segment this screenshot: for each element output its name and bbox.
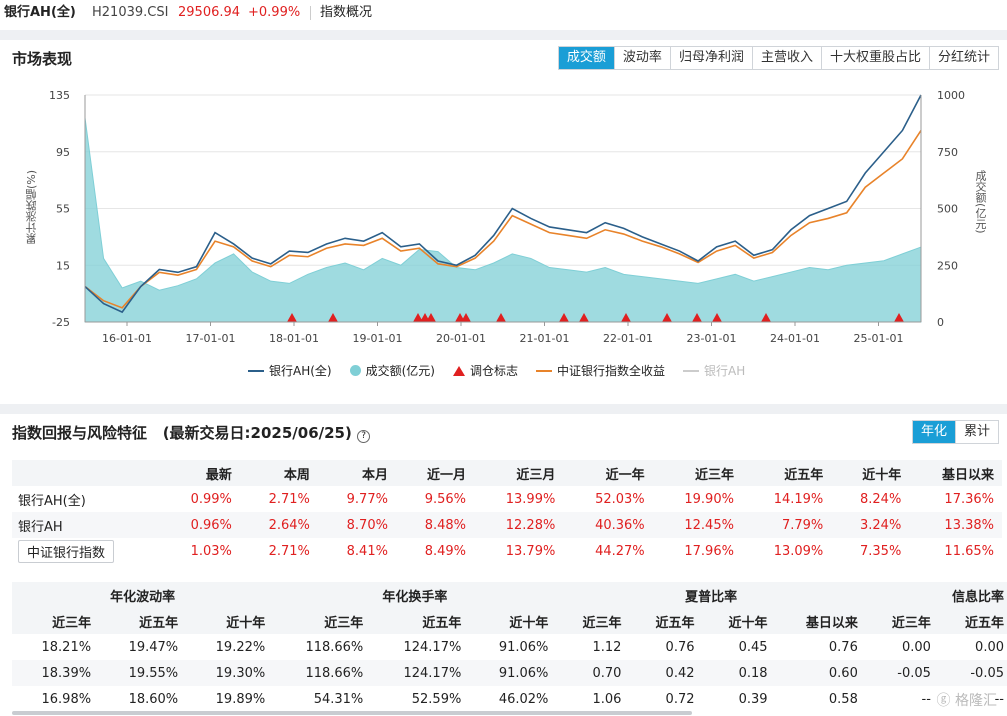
tab-volatility[interactable]: 波动率 xyxy=(613,47,670,69)
x-tick-label: 20-01-01 xyxy=(436,332,486,345)
legend-item-ah[interactable]: 银行AH xyxy=(683,362,745,379)
x-tick-label: 16-01-01 xyxy=(102,332,152,345)
left-axis-label: 累计涨跌幅(%) xyxy=(25,170,38,245)
x-tick-label: 23-01-01 xyxy=(687,332,737,345)
x-tick-label: 18-01-01 xyxy=(269,332,319,345)
horizontal-scrollbar[interactable] xyxy=(12,711,692,715)
turnover-area xyxy=(84,117,922,323)
mode-tabs: 年化 累计 xyxy=(911,420,999,444)
tab-net-profit[interactable]: 归母净利润 xyxy=(669,47,752,69)
right-tick-label: 500 xyxy=(937,203,958,216)
benchmark-index-button[interactable]: 中证银行指数 xyxy=(18,539,115,563)
right-axis-label: 成交额(亿元) xyxy=(974,170,987,234)
band xyxy=(0,30,1007,40)
table-row: 16.98% 18.60% 19.89% 54.31% 52.59% 46.02% 1.0… xyxy=(41,691,1005,707)
market-tabs: 成交额 波动率 归母净利润 主营收入 十大权重股占比 分红统计 xyxy=(557,46,999,70)
tab-cumulative[interactable]: 累计 xyxy=(954,421,998,443)
risk-subheader-row: 近三年 近五年 近十年 近三年 近五年 近十年 近三年 近五年 近十年 基日以来 近三年 近五年 xyxy=(12,608,1007,634)
returns-header-row: 最新 本周 本月 近一月 近三月 近一年 近三年 近五年 近十年 基日以来 xyxy=(12,460,1002,486)
index-price: 29506.94 xyxy=(178,5,241,20)
legend-item-rebalance[interactable]: 调仓标志 xyxy=(452,362,518,379)
tab-revenue[interactable]: 主营收入 xyxy=(751,47,821,69)
x-tick-label: 17-01-01 xyxy=(186,332,236,345)
index-name: 银行AH(全) xyxy=(4,5,76,20)
legend-item-turnover[interactable]: 成交额(亿元) xyxy=(349,362,435,379)
returns-title: 指数回报与风险特征 (最新交易日:2025/06/25) ? xyxy=(12,422,371,443)
market-title: 市场表现 xyxy=(12,50,73,68)
table-row: 18.21% 19.47% 19.22% 118.66% 124.17% 91.06% 1… xyxy=(41,639,1005,655)
table-row: 中证银行指数 1.03% 2.71% 8.41% 8.49% 13.79% 44.27%… xyxy=(12,538,1002,564)
index-code: H21039.CSI xyxy=(92,5,169,20)
tab-top10-weight[interactable]: 十大权重股占比 xyxy=(820,47,929,69)
risk-table: 年化波动率 年化换手率 夏普比率 信息比率 近三年 近五年 近十年 近三年 近五年 近十… xyxy=(12,582,1007,712)
left-tick-label: 15 xyxy=(56,259,70,272)
right-tick-label: 750 xyxy=(937,146,958,159)
table-row: 18.39% 19.55% 19.30% 118.66% 124.17% 91.06% 0… xyxy=(12,660,1007,686)
x-tick-label: 21-01-01 xyxy=(520,332,570,345)
right-tick-label: 250 xyxy=(937,259,958,272)
x-tick-label: 24-01-01 xyxy=(770,332,820,345)
help-icon[interactable]: ? xyxy=(357,430,371,443)
x-tick-label: 25-01-01 xyxy=(854,332,904,345)
tab-dividend[interactable]: 分红统计 xyxy=(928,47,998,69)
index-change: +0.99% xyxy=(248,5,301,20)
turnover-area-path xyxy=(84,117,922,323)
table-row: 银行AH(全) 0.99% 2.71% 9.77% 9.56% 13.99% 52.03… xyxy=(18,491,994,509)
overview-link[interactable]: 指数概况 xyxy=(320,0,372,26)
returns-table: 最新 本周 本月 近一月 近三月 近一年 近三年 近五年 近十年 基日以来 银行AH(全) 0.… xyxy=(12,460,1002,564)
right-tick-label: 0 xyxy=(937,316,944,329)
watermark-logo: ⓖ 格隆汇 xyxy=(936,693,997,709)
risk-group-row: 年化波动率 年化换手率 夏普比率 信息比率 xyxy=(12,582,1007,608)
market-chart: 135 1000 95 750 55 500 15 250 -25 0 16-01-01 17-01-… xyxy=(49,89,965,345)
left-tick-label: 55 xyxy=(56,203,70,216)
legend-item-ah-all[interactable]: 银行AH(全) xyxy=(248,362,332,379)
tab-annualized[interactable]: 年化 xyxy=(912,421,955,443)
x-tick-label: 22-01-01 xyxy=(603,332,653,345)
chart-legend: 银行AH(全) 成交额(亿元) 调仓标志 中证银行指数全收益 银行AH xyxy=(248,362,745,379)
top-bar: 银行AH(全) H21039.CSI 29506.94 +0.99% 指数概况 xyxy=(0,0,1007,26)
band xyxy=(0,404,1007,414)
left-tick-label: -25 xyxy=(52,316,70,329)
left-tick-label: 135 xyxy=(49,89,70,102)
divider xyxy=(310,6,311,20)
right-tick-label: 1000 xyxy=(937,89,965,102)
table-row: 银行AH 0.96% 2.64% 8.70% 8.48% 12.28% 40.36% 12… xyxy=(12,512,1002,538)
x-tick-label: 19-01-01 xyxy=(353,332,403,345)
returns-section-header: 指数回报与风险特征 (最新交易日:2025/06/25) ? xyxy=(0,414,1007,448)
left-tick-label: 95 xyxy=(56,146,70,159)
legend-item-total-return[interactable]: 中证银行指数全收益 xyxy=(536,362,665,379)
tab-turnover[interactable]: 成交额 xyxy=(558,47,614,69)
